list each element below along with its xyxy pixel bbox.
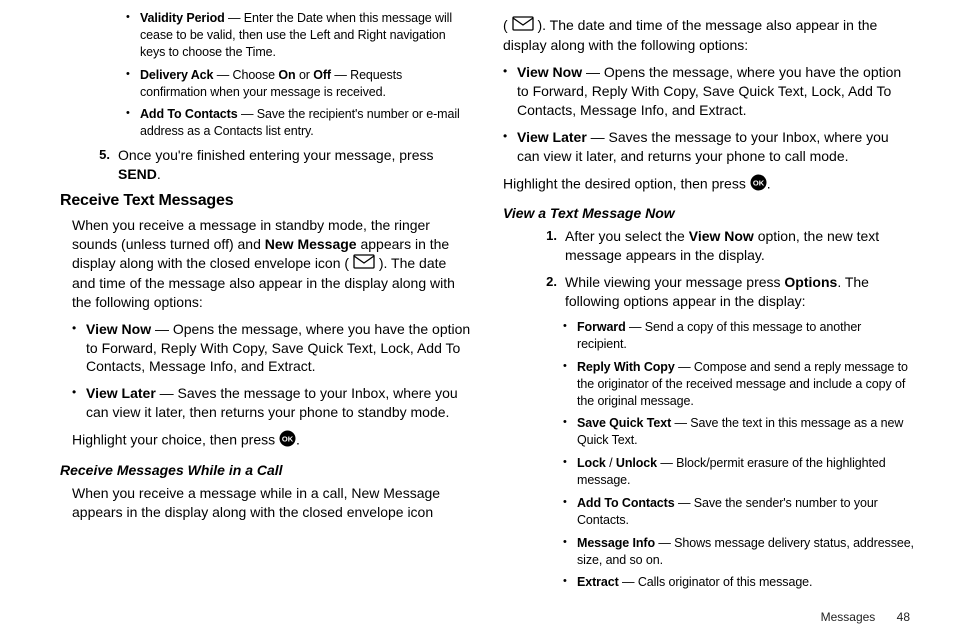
- list-item: • View Now — Opens the message, where yo…: [503, 63, 914, 120]
- list-item: • View Now — Opens the message, where yo…: [72, 320, 471, 377]
- envelope-icon: [353, 254, 375, 274]
- list-item: •Forward — Send a copy of this message t…: [563, 319, 914, 353]
- compose-options-list: • Validity Period — Enter the Date when …: [126, 10, 471, 140]
- ok-key-icon: OK: [279, 430, 296, 452]
- page-footer: Messages 48: [821, 610, 910, 624]
- left-column: • Validity Period — Enter the Date when …: [60, 10, 471, 597]
- list-item: •Extract — Calls originator of this mess…: [563, 574, 914, 591]
- view-options-list: • View Now — Opens the message, where yo…: [72, 320, 471, 422]
- list-item: 1. After you select the View Now option,…: [543, 227, 914, 265]
- envelope-icon: [512, 16, 534, 36]
- right-column: ( ). The date and time of the message al…: [503, 10, 914, 597]
- heading-receive-in-call: Receive Messages While in a Call: [60, 462, 471, 478]
- list-item: 2. While viewing your message press Opti…: [543, 273, 914, 311]
- page-number: 48: [897, 610, 910, 624]
- paragraph-continuation: ( ). The date and time of the message al…: [503, 16, 914, 55]
- paragraph: Highlight your choice, then press OK.: [72, 430, 471, 452]
- list-item: • Validity Period — Enter the Date when …: [126, 10, 471, 61]
- view-now-steps: 1. After you select the View Now option,…: [543, 227, 914, 311]
- list-item: • Add To Contacts — Save the recipient's…: [126, 106, 471, 140]
- list-item: •Add To Contacts — Save the sender's num…: [563, 495, 914, 529]
- message-options-list: •Forward — Send a copy of this message t…: [563, 319, 914, 591]
- list-item: •Message Info — Shows message delivery s…: [563, 535, 914, 569]
- list-item: •Save Quick Text — Save the text in this…: [563, 415, 914, 449]
- heading-view-now: View a Text Message Now: [503, 205, 914, 221]
- ok-key-icon: OK: [750, 174, 767, 196]
- svg-text:OK: OK: [753, 178, 765, 187]
- list-item: • View Later — Saves the message to your…: [503, 128, 914, 166]
- list-item: • Delivery Ack — Choose On or Off — Requ…: [126, 67, 471, 101]
- footer-section: Messages: [821, 610, 876, 624]
- list-item: •Reply With Copy — Compose and send a re…: [563, 359, 914, 410]
- paragraph: When you receive a message while in a ca…: [72, 484, 471, 522]
- paragraph: When you receive a message in standby mo…: [72, 216, 471, 312]
- list-item: • View Later — Saves the message to your…: [72, 384, 471, 422]
- paragraph: Highlight the desired option, then press…: [503, 174, 914, 196]
- view-options-list-2: • View Now — Opens the message, where yo…: [503, 63, 914, 165]
- svg-text:OK: OK: [282, 435, 294, 444]
- step-5: 5. Once you're finished entering your me…: [96, 146, 471, 184]
- list-item: •Lock / Unlock — Block/permit erasure of…: [563, 455, 914, 489]
- heading-receive-text: Receive Text Messages: [60, 192, 471, 210]
